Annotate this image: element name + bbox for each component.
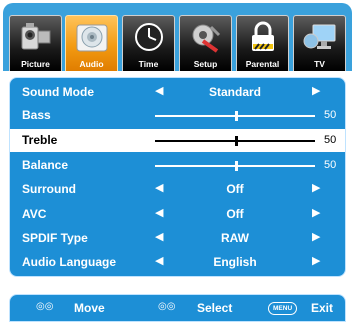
tab-label: TV [314,59,325,69]
menu-item-value: English [213,255,257,269]
tab-tv[interactable]: TV [293,15,346,72]
tab-label: Parental [245,59,280,69]
menu-item-value: Off [226,207,244,221]
select-keys-icon: ◎◎ [158,301,176,312]
menu-item-audio-language[interactable]: Audio Language ◀ English ▶ [10,251,345,274]
tab-bar: Picture Audio Time Setup Parental TV [3,3,352,72]
exit-hint: Exit [311,301,334,315]
menu-item-value: Standard [208,85,261,99]
left-arrow-icon[interactable]: ◀ [155,230,163,243]
tv-icon [300,19,340,55]
left-arrow-icon[interactable]: ◀ [155,254,163,267]
tab-label: Time [138,59,159,69]
tab-picture[interactable]: Picture [9,15,62,72]
right-arrow-icon[interactable]: ▶ [312,230,320,243]
menu-item-avc[interactable]: AVC ◀ Off ▶ [10,203,345,226]
right-arrow-icon[interactable]: ▶ [312,206,320,219]
tab-setup[interactable]: Setup [179,15,232,72]
slider-knob[interactable] [235,136,238,146]
menu-item-surround[interactable]: Surround ◀ Off ▶ [10,178,345,201]
slider-value: 50 [324,109,337,121]
right-arrow-icon[interactable]: ▶ [312,254,320,267]
lock-icon [243,19,283,55]
slider-knob[interactable] [235,111,238,121]
wrench-icon [186,19,226,55]
audio-settings-list: Sound Mode ◀ Standard ▶ Bass 50 Treble 5… [9,77,346,277]
slider-value: 50 [324,134,337,146]
audio-menu-panel: Sound Mode ◀ Standard ▶ Bass 50 Treble 5… [3,71,352,283]
treble-slider[interactable] [155,136,315,146]
tab-parental[interactable]: Parental [236,15,289,72]
menu-item-balance[interactable]: Balance 50 [10,154,345,177]
clock-icon [129,19,169,55]
right-arrow-icon[interactable]: ▶ [312,84,320,97]
help-bar: ◎◎ Move ◎◎ Select MENU Exit [9,294,346,322]
slider-knob[interactable] [235,161,238,171]
menu-item-bass[interactable]: Bass 50 [10,104,345,127]
menu-item-label: Sound Mode [22,85,94,99]
left-arrow-icon[interactable]: ◀ [155,206,163,219]
menu-item-treble[interactable]: Treble 50 [10,129,345,152]
menu-item-label: Surround [22,182,76,196]
tv-osd-menu: Picture Audio Time Setup Parental TV Sou… [0,0,356,325]
menu-item-label: Balance [22,158,69,172]
tab-label: Setup [193,59,218,69]
move-hint: Move [74,301,105,315]
bass-slider[interactable] [155,111,315,121]
menu-item-label: Bass [22,108,51,122]
menu-item-spdif-type[interactable]: SPDIF Type ◀ RAW ▶ [10,227,345,250]
tab-label: Picture [21,59,50,69]
menu-key-icon: MENU [268,302,298,315]
audio-icon [72,19,112,55]
menu-item-value: Off [226,182,244,196]
menu-item-label: AVC [22,207,47,221]
tab-time[interactable]: Time [122,15,175,72]
left-arrow-icon[interactable]: ◀ [155,181,163,194]
select-hint: Select [197,301,233,315]
right-arrow-icon[interactable]: ▶ [312,181,320,194]
slider-value: 50 [324,159,337,171]
balance-slider[interactable] [155,161,315,171]
menu-item-label: Audio Language [22,255,116,269]
tab-label: Audio [79,59,104,69]
left-arrow-icon[interactable]: ◀ [155,84,163,97]
move-keys-icon: ◎◎ [36,301,54,312]
menu-item-label: Treble [22,133,58,147]
tab-audio[interactable]: Audio [65,15,118,72]
menu-item-label: SPDIF Type [22,231,88,245]
picture-icon [16,19,56,55]
menu-item-sound-mode[interactable]: Sound Mode ◀ Standard ▶ [10,81,345,104]
menu-item-value: RAW [221,231,249,245]
